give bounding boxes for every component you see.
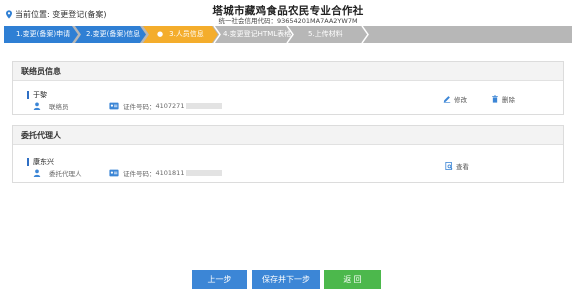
user-icon — [33, 102, 41, 110]
step-5[interactable]: 5.上传材料 — [298, 26, 343, 43]
progress-steps: 1.变更(备案)申请 2.变更(备案)信息 ● 3.人员信息 4.变更登记HTML… — [4, 26, 572, 43]
view-document-icon — [445, 162, 453, 170]
redacted-id — [186, 170, 223, 176]
contact-name: 于黎 — [27, 91, 47, 99]
delete-button[interactable]: 删除 — [491, 94, 515, 104]
save-and-next-button[interactable]: 保存并下一步 — [252, 270, 320, 289]
step-4[interactable]: 4.变更登记HTML表格 — [213, 26, 291, 43]
agent-panel: 委托代理人 康东兴 委托代理人 证件号码： 4101811 查看 — [12, 125, 564, 183]
header-bar: 当前位置: 变更登记(备案) 塔城市藏鸡食品农民专业合作社 统一社会信用代码：9… — [0, 0, 576, 26]
previous-step-button[interactable]: 上一步 — [192, 270, 247, 289]
agent-role: 委托代理人 — [33, 168, 82, 178]
step-3-current[interactable]: ● 3.人员信息 — [147, 26, 204, 43]
agent-person: 康东兴 委托代理人 证件号码： 4101811 查看 — [13, 126, 563, 182]
contact-role: 联络员 — [33, 101, 69, 111]
agent-id: 证件号码： 4101811 — [109, 168, 223, 178]
id-card-icon — [109, 169, 119, 177]
contact-person: 于黎 联络员 证件号码： 4107271 修改 删除 — [13, 62, 563, 114]
edit-button[interactable]: 修改 — [443, 94, 467, 104]
user-icon — [33, 169, 41, 177]
trash-icon — [492, 95, 498, 103]
agent-name: 康东兴 — [27, 158, 54, 166]
org-credit-code: 统一社会信用代码：93654201MA7AA2YW7M — [218, 17, 358, 25]
contact-panel: 联络员信息 于黎 联络员 证件号码： 4107271 修改 删除 — [12, 61, 564, 115]
step-2[interactable]: 2.变更(备案)信息 — [76, 26, 140, 43]
id-card-icon — [109, 102, 119, 110]
view-button[interactable]: 查看 — [445, 161, 469, 171]
back-button[interactable]: 返 回 — [324, 270, 381, 289]
redacted-id — [186, 103, 223, 109]
contact-id: 证件号码： 4107271 — [109, 101, 223, 111]
edit-icon — [443, 96, 451, 103]
step-1[interactable]: 1.变更(备案)申请 — [6, 26, 70, 43]
action-buttons: 上一步 保存并下一步 返 回 — [0, 270, 576, 289]
person-icon: ● — [157, 30, 164, 38]
